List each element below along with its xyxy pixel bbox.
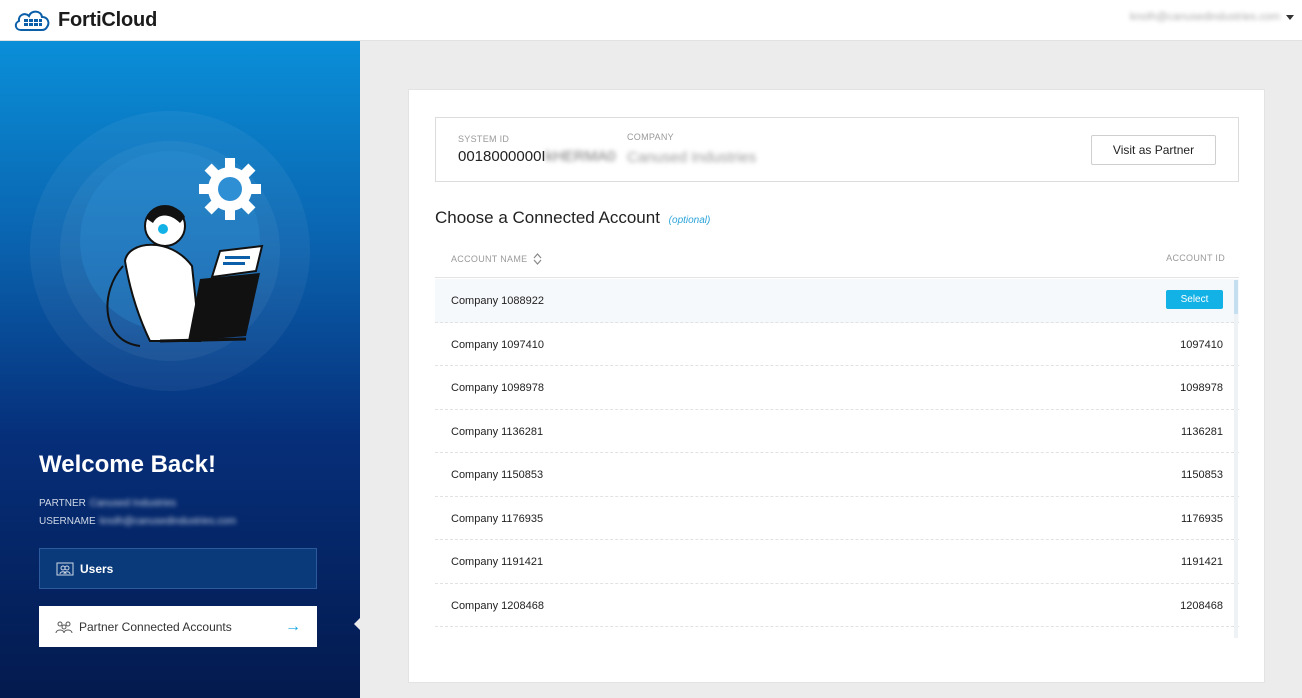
table-row[interactable]: Company 1097410 1097410 (435, 323, 1239, 366)
account-name: Company 1098978 (451, 382, 544, 394)
sort-icon[interactable] (533, 253, 542, 265)
table-row[interactable] (435, 627, 1239, 639)
account-id: 1098978 (1180, 382, 1223, 394)
account-name: Company 1176935 (451, 512, 544, 525)
account-name: Company 1088922 (451, 295, 544, 307)
table-row[interactable]: Company 1088922 Select (435, 279, 1239, 323)
username-value: knolh@canusedindustries.com (99, 516, 237, 527)
username-line: USERNAME knolh@canusedindustries.com (39, 516, 236, 527)
username-label: USERNAME (39, 516, 96, 527)
active-pointer (354, 617, 360, 631)
system-id-value: 0018000000IkHERMA0 (458, 148, 616, 165)
account-id: 1176935 (1180, 512, 1223, 525)
partner-line: PARTNER Canused Industries (39, 498, 176, 509)
account-id: 1097410 (1180, 338, 1223, 351)
cloud-logo-icon (14, 10, 50, 31)
partner-value: Canused Industries (89, 498, 177, 509)
table-row[interactable]: Company 1191421 1191421 (435, 540, 1239, 584)
table-row[interactable]: Company 1176935 1176935 (435, 497, 1239, 540)
choose-account-heading: Choose a Connected Account (optional) (435, 208, 710, 228)
arrow-right-icon: → (285, 618, 301, 635)
choose-account-title: Choose a Connected Account (435, 208, 660, 227)
system-info-box: SYSTEM ID 0018000000IkHERMA0 COMPANY Can… (435, 117, 1239, 182)
top-bar: FortiCloud knolh@canusedindustries.com (0, 0, 1302, 41)
company-label: COMPANY (627, 132, 674, 142)
account-id: 1208468 (1180, 599, 1223, 612)
company-value: Canused Industries (627, 149, 757, 166)
forticloud-logo[interactable]: FortiCloud (12, 6, 157, 34)
welcome-panel: Welcome Back! PARTNER Canused Industries… (0, 41, 360, 698)
account-id-column-header: ACCOUNT ID (1166, 253, 1225, 263)
account-name: Company 1191421 (451, 556, 544, 568)
visit-as-partner-button[interactable]: Visit as Partner (1091, 135, 1216, 165)
nav-users-button[interactable]: Users (39, 548, 317, 589)
table-row[interactable]: Company 1136281 1136281 (435, 410, 1239, 453)
accounts-table-body[interactable]: Company 1088922 Select Company 1097410 1… (435, 279, 1239, 639)
account-name-column-header[interactable]: ACCOUNT NAME (451, 253, 542, 265)
support-agent-illustration (30, 111, 310, 391)
account-name: Company 1136281 (451, 425, 544, 438)
nav-users-label: Users (80, 561, 114, 576)
table-row[interactable]: Company 1150853 1150853 (435, 453, 1239, 497)
table-row[interactable]: Company 1208468 1208468 (435, 584, 1239, 627)
table-scrollbar[interactable] (1234, 280, 1238, 638)
account-name: Company 1150853 (451, 469, 544, 481)
partner-accounts-icon (55, 621, 73, 633)
optional-label: (optional) (668, 215, 711, 226)
system-id-label: SYSTEM ID (458, 134, 510, 144)
user-menu[interactable]: knolh@canusedindustries.com (1130, 11, 1294, 23)
main-card: SYSTEM ID 0018000000IkHERMA0 COMPANY Can… (408, 89, 1265, 683)
system-id-blurred: kHERMA0 (545, 148, 616, 165)
account-id: 1150853 (1180, 469, 1223, 481)
nav-partner-connected-accounts-button[interactable]: Partner Connected Accounts → (39, 606, 317, 647)
account-name: Company 1097410 (451, 338, 544, 351)
scrollbar-thumb[interactable] (1234, 280, 1238, 314)
select-account-button[interactable]: Select (1166, 290, 1223, 309)
account-name-header-label: ACCOUNT NAME (451, 254, 528, 264)
table-row[interactable]: Company 1098978 1098978 (435, 366, 1239, 410)
app-name: FortiCloud (58, 8, 158, 31)
user-email: knolh@canusedindustries.com (1130, 11, 1280, 23)
account-id: 1191421 (1180, 556, 1223, 568)
partner-label: PARTNER (39, 498, 86, 509)
nav-partner-label: Partner Connected Accounts (79, 619, 232, 634)
system-id-text: 0018000000I (458, 148, 546, 165)
account-name: Company 1208468 (451, 599, 544, 612)
table-header: ACCOUNT NAME ACCOUNT ID (435, 245, 1239, 278)
chevron-down-icon (1286, 14, 1294, 20)
account-id: 1136281 (1180, 425, 1223, 438)
welcome-heading: Welcome Back! (39, 451, 216, 478)
users-icon (56, 562, 74, 575)
